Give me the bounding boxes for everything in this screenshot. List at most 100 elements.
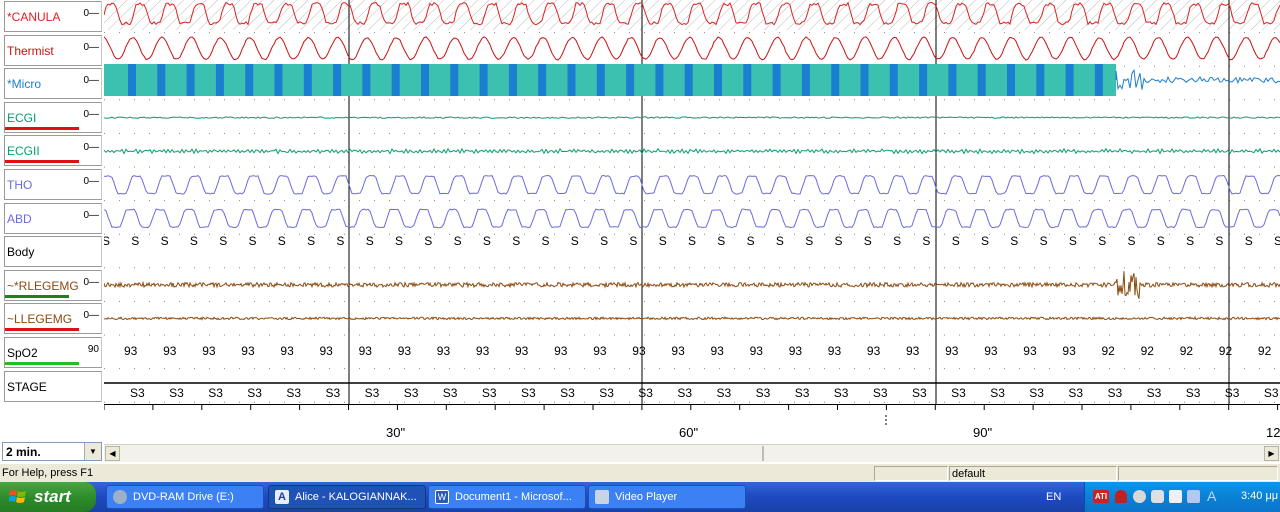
task-word-document[interactable]: W Document1 - Microsof... bbox=[428, 485, 586, 509]
start-button[interactable]: start bbox=[0, 482, 96, 512]
channel-label-canula[interactable]: *CANULA 0— bbox=[4, 1, 102, 32]
task-alice[interactable]: A Alice - KALOGIANNAK... bbox=[268, 485, 426, 509]
windows-logo-icon bbox=[9, 489, 27, 505]
channel-label-tho[interactable]: THO 0— bbox=[4, 169, 102, 200]
micro-burst bbox=[831, 64, 839, 96]
channel-label-ecgii[interactable]: ECGII 0— bbox=[4, 135, 102, 166]
body-position-mark: S bbox=[600, 234, 608, 248]
micro-burst bbox=[480, 64, 488, 96]
stage-value: S3 bbox=[912, 386, 927, 400]
micro-burst bbox=[861, 64, 869, 96]
micro-burst bbox=[714, 64, 722, 96]
body-position-mark: S bbox=[1128, 234, 1136, 248]
signal-trace-4 bbox=[104, 149, 1280, 154]
micro-burst bbox=[773, 64, 781, 96]
micro-signal-band bbox=[104, 64, 1116, 96]
body-position-mark: S bbox=[190, 234, 198, 248]
stage-value: S3 bbox=[717, 386, 732, 400]
stage-value: S3 bbox=[404, 386, 419, 400]
spo2-value: 92 bbox=[1180, 344, 1194, 358]
micro-burst bbox=[304, 64, 312, 96]
channel-name: Thermist bbox=[7, 44, 54, 58]
video-icon bbox=[595, 490, 609, 504]
word-icon: W bbox=[435, 490, 449, 504]
llegemg-trace bbox=[104, 317, 1280, 319]
stage-value: S3 bbox=[795, 386, 810, 400]
channel-scale: 90 bbox=[88, 344, 99, 355]
channel-name: SpO2 bbox=[7, 346, 38, 360]
shield-icon[interactable] bbox=[1115, 490, 1127, 503]
scroll-thumb[interactable] bbox=[762, 446, 764, 461]
scroll-right-icon[interactable]: ▶ bbox=[1264, 446, 1279, 461]
channel-label-spo2[interactable]: SpO2 90 bbox=[4, 337, 102, 368]
language-bar-icon[interactable]: A bbox=[1207, 488, 1216, 504]
body-position-mark: S bbox=[131, 234, 139, 248]
status-cell-extra bbox=[1118, 466, 1278, 481]
body-position-mark: S bbox=[1098, 234, 1106, 248]
network-icon[interactable] bbox=[1151, 490, 1164, 503]
body-position-mark: S bbox=[776, 234, 784, 248]
channel-label-rlegemg[interactable]: ~*RLEGEMG 0— bbox=[4, 270, 102, 301]
channel-gain-bar bbox=[5, 160, 79, 163]
body-position-mark: S bbox=[483, 234, 491, 248]
channel-label-thermist[interactable]: Thermist 0— bbox=[4, 35, 102, 66]
stage-value: S3 bbox=[482, 386, 497, 400]
language-indicator[interactable]: EN bbox=[1046, 491, 1061, 503]
horizontal-scrollbar[interactable]: ◀ ▶ bbox=[104, 444, 1280, 462]
micro-burst bbox=[421, 64, 429, 96]
chevron-down-icon[interactable]: ▼ bbox=[84, 443, 101, 460]
channel-scale: 0— bbox=[83, 42, 99, 53]
micro-burst bbox=[1007, 64, 1015, 96]
signal-plot-area[interactable]: S S S S S S S S S S S S S S S S S S S S S S S S S S S S S S S S S S S S S S S S… bbox=[104, 0, 1280, 404]
spo2-value: 92 bbox=[1141, 344, 1155, 358]
status-bar: For Help, press F1 default bbox=[0, 463, 1280, 483]
profile-text: default bbox=[952, 468, 985, 480]
micro-burst bbox=[538, 64, 546, 96]
micro-burst bbox=[597, 64, 605, 96]
stage-value: S3 bbox=[560, 386, 575, 400]
status-cell-profile: default bbox=[949, 466, 1117, 481]
channel-gain-bar bbox=[5, 362, 79, 365]
micro-burst bbox=[890, 64, 898, 96]
channel-label-llegemg[interactable]: ~LLEGEMG 0— bbox=[4, 303, 102, 334]
task-dvd-drive[interactable]: DVD-RAM Drive (E:) bbox=[106, 485, 264, 509]
stage-value: S3 bbox=[638, 386, 653, 400]
clock[interactable]: 3:40 μμ bbox=[1241, 490, 1278, 502]
channel-label-ecgi[interactable]: ECGI 0— bbox=[4, 102, 102, 133]
update-icon[interactable] bbox=[1133, 490, 1146, 503]
body-position-mark: S bbox=[395, 234, 403, 248]
stage-value: S3 bbox=[208, 386, 223, 400]
stage-value: S3 bbox=[521, 386, 536, 400]
channel-name: *CANULA bbox=[7, 10, 60, 24]
micro-burst bbox=[655, 64, 663, 96]
time-axis: 30" 60" 90" 12 bbox=[104, 404, 1280, 445]
micro-burst bbox=[216, 64, 224, 96]
body-position-mark: S bbox=[512, 234, 520, 248]
stage-value: S3 bbox=[130, 386, 145, 400]
stage-value: S3 bbox=[1147, 386, 1162, 400]
task-label: Alice - KALOGIANNAK... bbox=[295, 491, 417, 503]
stage-value: S3 bbox=[365, 386, 380, 400]
channel-label-abd[interactable]: ABD 0— bbox=[4, 203, 102, 234]
channel-label-stage[interactable]: STAGE bbox=[4, 371, 102, 402]
micro-burst bbox=[743, 64, 751, 96]
micro-burst bbox=[1066, 64, 1074, 96]
ati-icon[interactable]: ATI bbox=[1093, 490, 1109, 503]
timebase-select[interactable]: 2 min. ▼ bbox=[2, 442, 102, 461]
channel-label-body[interactable]: Body bbox=[4, 236, 102, 267]
body-position-mark: S bbox=[981, 234, 989, 248]
spo2-value: 93 bbox=[671, 344, 685, 358]
tray-misc-icon[interactable] bbox=[1187, 490, 1200, 503]
stage-value: S3 bbox=[599, 386, 614, 400]
spo2-value: 93 bbox=[437, 344, 451, 358]
task-video-player[interactable]: Video Player bbox=[588, 485, 746, 509]
body-position-mark: S bbox=[161, 234, 169, 248]
scroll-left-icon[interactable]: ◀ bbox=[105, 446, 120, 461]
micro-burst bbox=[509, 64, 517, 96]
body-position-mark: S bbox=[659, 234, 667, 248]
volume-icon[interactable] bbox=[1169, 490, 1182, 503]
channel-label-micro[interactable]: *Micro 0— bbox=[4, 68, 102, 99]
channel-name: ABD bbox=[7, 212, 32, 226]
help-text: For Help, press F1 bbox=[2, 467, 93, 479]
spo2-value: 93 bbox=[1062, 344, 1076, 358]
